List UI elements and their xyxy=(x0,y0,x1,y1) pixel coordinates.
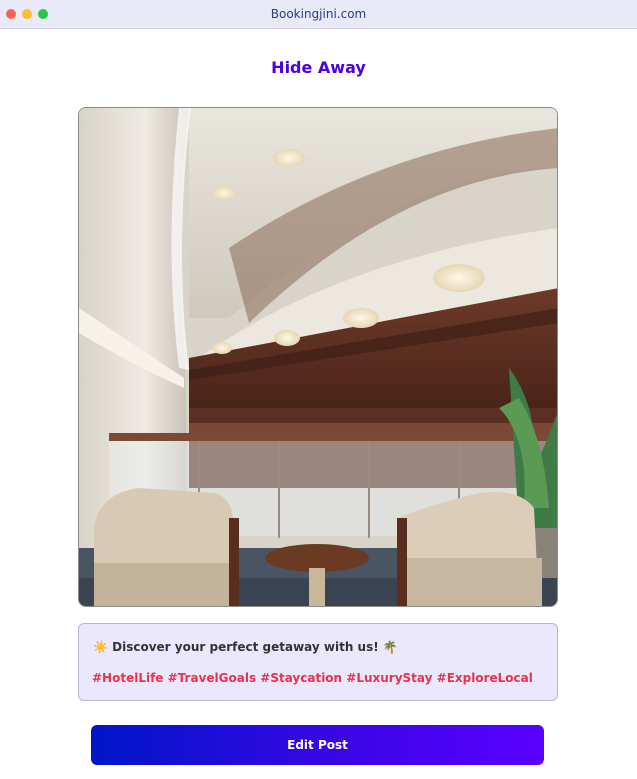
caption-card: ☀️ Discover your perfect getaway with us… xyxy=(78,623,558,701)
palm-tree-emoji-icon: 🌴 xyxy=(382,640,398,654)
post-image xyxy=(78,107,558,607)
window-title: Bookingjini.com xyxy=(270,7,367,21)
caption-text: ☀️ Discover your perfect getaway with us… xyxy=(93,640,398,654)
window-titlebar: Bookingjini.com xyxy=(0,0,637,29)
sun-emoji-icon: ☀️ xyxy=(93,640,108,654)
post-title: Hide Away xyxy=(271,58,366,77)
edit-post-button[interactable]: Edit Post xyxy=(91,725,544,765)
hashtags: #HotelLife #TravelGoals #Staycation #Lux… xyxy=(92,671,533,685)
hotel-atrium-image xyxy=(79,108,557,606)
caption-message: Discover your perfect getaway with us! xyxy=(112,640,379,654)
